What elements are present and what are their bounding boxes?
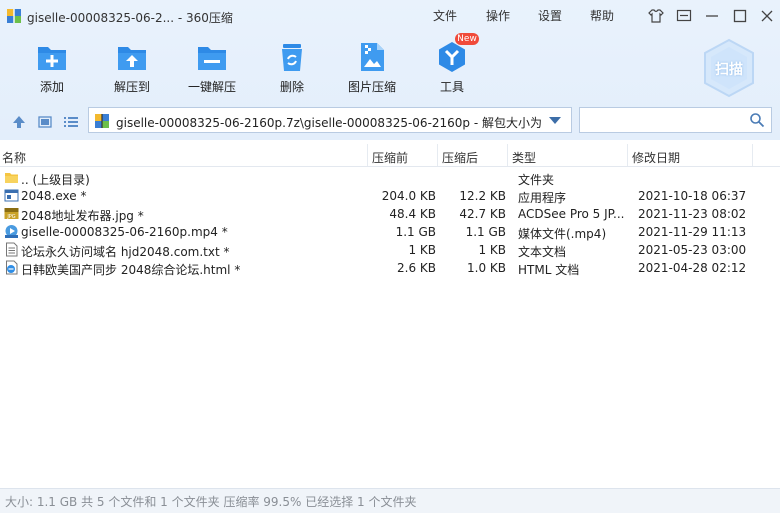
table-row[interactable]: .. (上级目录) 文件夹 (0, 169, 780, 187)
txt-icon (6, 242, 18, 257)
address-path: giselle-00008325-06-2160p.7z\giselle-000… (116, 116, 544, 130)
column-header: 名称 压缩前 压缩后 类型 修改日期 (0, 144, 780, 167)
add-folder-icon (38, 47, 66, 70)
up-arrow-icon[interactable] (11, 114, 27, 130)
one-click-extract-icon (198, 47, 226, 70)
jpg-icon: JPG (4, 208, 19, 220)
status-bar: 大小: 1.1 GB 共 5 个文件和 1 个文件夹 压缩率 99.5% 已经选… (0, 488, 780, 513)
address-bar[interactable]: giselle-00008325-06-2160p.7z\giselle-000… (88, 107, 572, 133)
extract-folder-icon (118, 47, 146, 70)
top-panel: giselle-00008325-06-2... - 360压缩 文件 操作 设… (0, 0, 780, 140)
table-row[interactable]: 日韩欧美国产同步 2048综合论坛.html * 2.6 KB 1.0 KB H… (0, 259, 780, 277)
minimize-icon[interactable] (703, 7, 721, 25)
tools-button[interactable]: 工具 (412, 38, 492, 98)
archive-file-icon (95, 114, 109, 128)
folder-icon (5, 173, 18, 183)
column-type[interactable]: 类型 (512, 149, 536, 166)
exe-icon (4, 189, 19, 202)
table-row[interactable]: giselle-00008325-06-2160p.mp4 * 1.1 GB 1… (0, 223, 780, 241)
window-title: giselle-00008325-06-2... - 360压缩 (27, 11, 233, 25)
chevron-down-icon[interactable] (549, 117, 561, 124)
svg-text:JPG: JPG (6, 214, 15, 220)
table-row[interactable]: 2048.exe * 204.0 KB 12.2 KB 应用程序 2021-10… (0, 187, 780, 205)
menu-file[interactable]: 文件 (433, 7, 457, 24)
menu-settings[interactable]: 设置 (538, 7, 562, 24)
image-compress-icon (361, 43, 384, 71)
video-icon (5, 225, 18, 238)
recycle-bin-icon (282, 44, 302, 71)
table-row[interactable]: 论坛永久访问域名 hjd2048.com.txt * 1 KB 1 KB 文本文… (0, 241, 780, 259)
archive-icon (7, 9, 21, 23)
search-input[interactable] (579, 107, 772, 133)
tools-hexagon-icon (439, 42, 465, 72)
scan-button[interactable]: 扫描 (700, 38, 758, 98)
scan-label: 扫描 (715, 62, 743, 78)
extract-to-button[interactable]: 解压到 (92, 38, 172, 98)
column-compressed-after[interactable]: 压缩后 (442, 149, 478, 166)
add-button[interactable]: 添加 (12, 38, 92, 98)
image-compress-button[interactable]: 图片压缩 (332, 38, 412, 98)
delete-button[interactable]: 删除 (252, 38, 332, 98)
column-compressed-before[interactable]: 压缩前 (372, 149, 408, 166)
close-icon[interactable] (758, 7, 776, 25)
feedback-icon[interactable] (675, 7, 693, 25)
maximize-icon[interactable] (731, 7, 749, 25)
thumbnail-view-icon[interactable] (37, 114, 53, 130)
menu-operation[interactable]: 操作 (486, 7, 510, 24)
status-text: 大小: 1.1 GB 共 5 个文件和 1 个文件夹 压缩率 99.5% 已经选… (5, 495, 417, 509)
column-name[interactable]: 名称 (2, 149, 26, 166)
title-bar: giselle-00008325-06-2... - 360压缩 文件 操作 设… (0, 0, 780, 32)
skin-icon[interactable] (647, 7, 665, 25)
search-icon[interactable] (749, 112, 765, 128)
menu-help[interactable]: 帮助 (590, 7, 614, 24)
table-row[interactable]: JPG 2048地址发布器.jpg * 48.4 KB 42.7 KB ACDS… (0, 205, 780, 223)
column-modified[interactable]: 修改日期 (632, 149, 680, 166)
one-click-extract-button[interactable]: 一键解压 (172, 38, 252, 98)
list-view-icon[interactable] (63, 114, 79, 130)
new-badge: New (455, 33, 479, 45)
html-icon (6, 260, 18, 275)
